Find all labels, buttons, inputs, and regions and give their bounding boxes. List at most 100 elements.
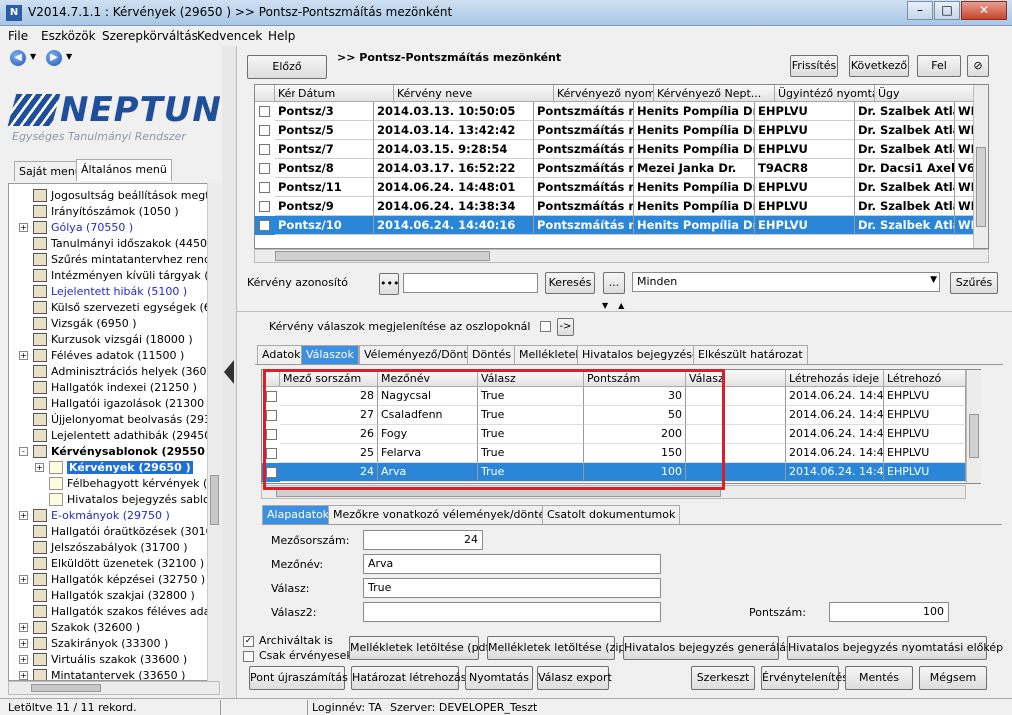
tree-item[interactable]: Hivatalos bejegyzés sablo [9, 492, 219, 508]
tab-elkeszult-hatarozat[interactable]: Elkészült határozat [693, 345, 808, 364]
column-header[interactable]: Kérvény neve [394, 85, 554, 102]
collapse-left-icon[interactable] [224, 360, 234, 384]
menu-kedvencek[interactable]: Kedvencek [197, 29, 262, 43]
tree-item[interactable]: Hallgatói óraütközések (3010 [9, 524, 219, 540]
tree-item[interactable]: Intézményen kívüli tárgyak (4 [9, 268, 219, 284]
answers-arrow-button[interactable]: -> [557, 318, 574, 336]
tree-item[interactable]: Lejelentett hibák (5100 ) [9, 284, 219, 300]
tree-horizontal-scrollbar[interactable] [8, 681, 220, 695]
tree-item[interactable]: Irányítószámok (1050 ) [9, 204, 219, 220]
dots-button[interactable]: ••• [379, 273, 399, 295]
tab-mellekletek[interactable]: Mellékletek [514, 345, 587, 364]
back-dropdown-icon[interactable]: ▼ [30, 52, 36, 61]
expand-icon[interactable]: + [19, 511, 28, 520]
tree-item[interactable]: Külső szervezeti egységek (68 [9, 300, 219, 316]
requests-scroll-thumb[interactable] [976, 147, 986, 227]
table-row[interactable]: Pontsz/3 2014.03.13. 10:50:05 Pontszmáítás… [255, 102, 988, 121]
expand-icon[interactable]: + [19, 639, 28, 648]
create-decision-button[interactable]: Határozat létrehozás [351, 666, 467, 690]
subtab-csatolt-dokumentumok[interactable]: Csatolt dokumentumok [542, 505, 681, 524]
tree-hscroll-thumb[interactable] [31, 684, 101, 692]
tree-item[interactable]: + Szakirányok (33300 ) [9, 636, 219, 652]
expand-icon[interactable]: + [35, 463, 44, 472]
column-header[interactable]: Kérvényező nyomtatá... [554, 85, 654, 102]
nev-field[interactable]: Arva [363, 554, 661, 574]
table-row[interactable]: Pontsz/7 2014.03.15. 9:28:54 Pontszmáítás … [255, 140, 988, 159]
answer-export-button[interactable]: Válasz export [537, 666, 612, 690]
valasz-field[interactable]: True [363, 578, 661, 598]
expand-icon[interactable]: + [19, 575, 28, 584]
next-button[interactable]: Következő [849, 55, 909, 77]
prev-button[interactable]: Előző [247, 55, 327, 79]
pontszam-field[interactable]: 100 [829, 602, 949, 622]
tree-item[interactable]: - Kérvénysablonok (29550 [9, 444, 219, 460]
tree-item[interactable]: Jelszószabályok (31700 ) [9, 540, 219, 556]
tree-item[interactable]: Szűrés mintatantervhez rende [9, 252, 219, 268]
sorszam-field[interactable]: 24 [363, 530, 483, 550]
panel-resize-arrows[interactable]: ▼▲ [602, 301, 652, 310]
expand-icon[interactable]: + [19, 223, 28, 232]
expand-icon[interactable]: + [19, 671, 28, 680]
requests-vscrollbar[interactable] [973, 85, 988, 248]
row-checkbox[interactable] [259, 125, 270, 136]
collapse-icon[interactable]: - [19, 447, 28, 456]
tree-item[interactable]: Újjelonyomat beolvasás (29300 [9, 412, 219, 428]
minimize-button[interactable]: – [907, 1, 933, 20]
generate-official-entry-button[interactable]: Hivatalos bejegyzés generálás [623, 636, 792, 660]
column-header[interactable]: Kérvényező Nept... [654, 85, 775, 102]
edit-button[interactable]: Szerkeszt [691, 666, 755, 690]
tree-item[interactable]: Hallgatók szakos féléves ada [9, 604, 219, 620]
table-row[interactable]: Pontsz/10 2014.06.24. 14:40:16 Pontszmáítá… [255, 216, 988, 235]
cancel-button[interactable]: Mégsem [919, 666, 987, 690]
answers-toggle-checkbox[interactable] [540, 321, 551, 332]
tree-item[interactable]: Adminisztrációs helyek (3600 [9, 364, 219, 380]
tree-item[interactable]: + Gólya (70550 ) [9, 220, 219, 236]
column-header[interactable]: Létrehozás ideje [786, 370, 884, 387]
tree-item[interactable]: Félbehagyott kérvények ( [9, 476, 219, 492]
column-header[interactable]: Létrehozó [884, 370, 966, 387]
chevron-down-icon[interactable]: ▼ [930, 275, 937, 285]
tab-valaszok[interactable]: Válaszok [301, 345, 359, 364]
search-button[interactable]: Keresés [545, 272, 595, 294]
tree-item[interactable]: Lejelentett adathibák (29450 [9, 428, 219, 444]
download-pdf-button[interactable]: Mellékletek letöltése (pdf) [349, 636, 494, 660]
close-button[interactable]: ✕ [961, 1, 1007, 20]
tab-adatok[interactable]: Adatok [257, 345, 306, 364]
expand-icon[interactable]: + [19, 623, 28, 632]
tree-item[interactable]: Jogosultság beállítások megte [9, 188, 219, 204]
tab-dontes[interactable]: Döntés [467, 345, 516, 364]
subtab-mezokre-vonatkozo[interactable]: Mezőkre vonatkozó vélemények/döntések [328, 505, 570, 524]
tree-item[interactable]: Hallgatók indexei (21250 ) [9, 380, 219, 396]
tree-item[interactable]: + Szakok (32600 ) [9, 620, 219, 636]
row-checkbox[interactable] [259, 144, 270, 155]
row-checkbox[interactable] [259, 163, 270, 174]
tree-vertical-scrollbar[interactable] [207, 183, 221, 681]
recalculate-button[interactable]: Pont újraszámítás [249, 666, 348, 690]
table-row[interactable]: Pontsz/11 2014.06.24. 14:48:01 Pontszmáítá… [255, 178, 988, 197]
tree-item[interactable]: Vizsgák (6950 ) [9, 316, 219, 332]
tree-item[interactable]: Hallgatók szakjai (32800 ) [9, 588, 219, 604]
save-button[interactable]: Mentés [845, 666, 913, 690]
valasz2-field[interactable] [363, 602, 661, 622]
valid-checkbox[interactable] [243, 651, 254, 662]
tab-hivatalos-bejegyzesek[interactable]: Hivatalos bejegyzések [577, 345, 711, 364]
maximize-button[interactable]: □ [934, 1, 960, 20]
tab-velemenyezo[interactable]: Véleményező/Döntő [359, 345, 480, 364]
tab-altalanos-menu[interactable]: Általános menü [76, 159, 172, 181]
ellipsis-button[interactable]: ... [603, 272, 625, 294]
requests-hscroll-thumb[interactable] [275, 251, 490, 261]
menu-file[interactable]: File [8, 29, 28, 43]
filter-button[interactable]: Szűrés [950, 272, 998, 294]
column-header[interactable]: Ügy [875, 85, 975, 102]
tree-scroll-thumb[interactable] [210, 475, 219, 525]
pane-splitter[interactable] [222, 46, 236, 698]
menu-szerepkorvaltas[interactable]: Szerepkörváltás [102, 29, 198, 43]
status-select[interactable]: Minden ▼ [632, 272, 940, 292]
table-row[interactable]: Pontsz/9 2014.06.24. 14:38:34 Pontszmáítás… [255, 197, 988, 216]
row-checkbox[interactable] [259, 220, 270, 231]
refresh-button[interactable]: Frissítés [790, 55, 838, 77]
official-entry-preview-button[interactable]: Hivatalos bejegyzés nyomtatási előkép [787, 636, 1003, 660]
subtab-alapadatok[interactable]: Alapadatok [262, 505, 335, 524]
column-header[interactable]: Ügyintéző nyomta... [775, 85, 875, 102]
tree-item[interactable]: Tanulmányi időszakok (4450 [9, 236, 219, 252]
